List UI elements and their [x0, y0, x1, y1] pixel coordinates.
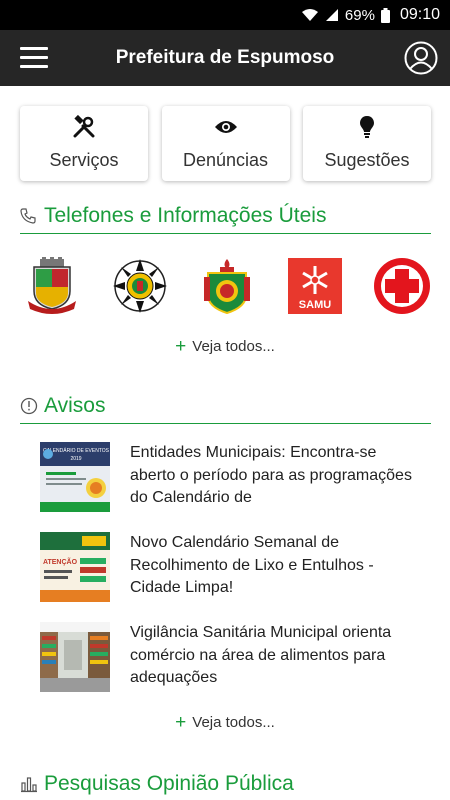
samu-text: SAMU — [298, 299, 330, 311]
news-thumbnail: ATENÇÃO — [40, 532, 110, 602]
phones-logos: SAMU — [22, 256, 432, 316]
svg-text:CALENDÁRIO DE EVENTOS: CALENDÁRIO DE EVENTOS — [43, 447, 110, 454]
suggestions-label: Sugestões — [324, 150, 410, 170]
phones-title: Telefones e Informações Úteis — [44, 204, 327, 227]
lightbulb-icon — [360, 116, 374, 138]
complaints-label: Denúncias — [182, 150, 269, 170]
suggestions-button[interactable]: Sugestões — [303, 106, 431, 181]
wifi-icon — [301, 9, 318, 21]
news-text: Novo Calendário Semanal de Recolhimento … — [130, 534, 374, 596]
polls-title: Pesquisas Opinião Pública — [44, 772, 294, 795]
app-bar: Prefeitura de Espumoso — [0, 30, 450, 86]
news-item[interactable]: ATENÇÃO Novo Calendário Semanal de Recol… — [40, 532, 420, 602]
municipal-coat-of-arms[interactable] — [22, 256, 82, 316]
red-cross-logo[interactable] — [372, 256, 432, 316]
quick-actions: Serviços Denúncias Sugestões — [20, 106, 431, 181]
eye-icon — [214, 121, 237, 133]
news-thumbnail: CALENDÁRIO DE EVENTOS 2019 — [40, 442, 110, 512]
samu-logo[interactable]: SAMU — [285, 256, 345, 316]
state-coat-of-arms[interactable] — [110, 256, 170, 316]
phones-section-header: Telefones e Informações Úteis — [20, 204, 431, 234]
services-label: Serviços — [49, 150, 119, 170]
fire-brigade-emblem[interactable] — [197, 256, 257, 316]
alert-circle-icon — [20, 397, 38, 415]
battery-icon — [380, 7, 390, 23]
news-item[interactable]: CALENDÁRIO DE EVENTOS 2019 Entidades Mun… — [40, 442, 420, 512]
notices-see-all-link[interactable]: + Veja todos... — [0, 712, 450, 734]
hamburger-menu-icon[interactable] — [20, 47, 48, 69]
plus-icon: + — [175, 336, 187, 357]
svg-text:2019: 2019 — [70, 456, 81, 462]
news-thumbnail — [40, 622, 110, 692]
status-bar: 69% 09:10 — [0, 0, 450, 30]
profile-icon[interactable] — [404, 41, 438, 75]
news-item[interactable]: Vigilância Sanitária Municipal orienta c… — [40, 622, 420, 692]
main-content[interactable]: Serviços Denúncias Sugestões Telefones e… — [0, 86, 450, 800]
complaints-button[interactable]: Denúncias — [161, 106, 290, 181]
tools-icon — [73, 115, 95, 138]
clock: 09:10 — [399, 6, 440, 23]
polls-section-header: Pesquisas Opinião Pública — [20, 772, 431, 800]
news-text: Entidades Municipais: Encontra-se aberto… — [130, 444, 412, 506]
notices-title: Avisos — [44, 394, 106, 417]
phones-see-all-link[interactable]: + Veja todos... — [0, 336, 450, 358]
news-text: Vigilância Sanitária Municipal orienta c… — [130, 624, 392, 686]
notices-section-header: Avisos — [20, 394, 431, 424]
battery-percent: 69% — [344, 6, 375, 24]
page-title: Prefeitura de Espumoso — [115, 47, 335, 68]
plus-icon: + — [175, 712, 187, 733]
signal-icon — [325, 9, 338, 21]
bar-chart-icon — [21, 777, 37, 793]
phone-icon — [20, 208, 36, 224]
services-button[interactable]: Serviços — [20, 106, 148, 181]
svg-text:ATENÇÃO: ATENÇÃO — [43, 557, 78, 566]
